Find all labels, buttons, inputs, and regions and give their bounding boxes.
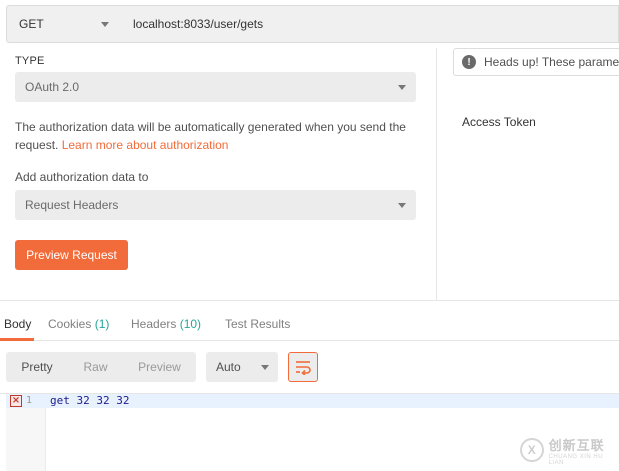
tab-label: Test Results — [225, 317, 291, 331]
url-value: localhost:8033/user/gets — [133, 17, 264, 31]
chevron-down-icon — [261, 365, 269, 370]
auth-type-label: TYPE — [15, 55, 45, 67]
response-tabs: Body Cookies (1) Headers (10) Test Resul… — [0, 301, 619, 341]
tab-label: Body — [4, 317, 32, 331]
watermark-text: 创新互联 CHUANG XIN HU LIAN — [549, 435, 619, 466]
tab-test-results[interactable]: Test Results — [225, 317, 290, 331]
format-select[interactable]: Auto — [206, 352, 278, 382]
auth-details-panel: ! Heads up! These parameters Access Toke… — [437, 48, 619, 300]
watermark-logo-icon: X — [520, 438, 544, 462]
response-toolbar: Pretty Raw Preview Auto — [0, 341, 619, 393]
learn-more-link[interactable]: Learn more about authorization — [62, 138, 229, 152]
format-value: Auto — [216, 360, 241, 374]
chevron-down-icon — [398, 203, 406, 208]
editor-line: × 1 get 32 32 32 — [6, 394, 619, 408]
chevron-down-icon — [398, 85, 406, 90]
auth-type-select[interactable]: OAuth 2.0 — [15, 72, 416, 102]
tab-count: (10) — [179, 317, 202, 331]
tab-headers[interactable]: Headers (10) — [131, 317, 201, 331]
add-auth-to-label: Add authorization data to — [15, 170, 149, 184]
url-input[interactable]: localhost:8033/user/gets — [121, 5, 619, 43]
preview-request-button[interactable]: Preview Request — [15, 240, 128, 270]
headsup-text: Heads up! These parameters — [484, 55, 619, 69]
wrap-lines-button[interactable] — [288, 352, 318, 382]
headsup-notice: ! Heads up! These parameters — [453, 48, 619, 76]
method-select[interactable]: GET — [6, 5, 122, 43]
tab-count: (1) — [94, 317, 110, 331]
request-url-bar: GET localhost:8033/user/gets — [0, 0, 619, 48]
tab-cookies[interactable]: Cookies (1) — [48, 317, 109, 331]
view-preview-button[interactable]: Preview — [123, 352, 196, 382]
watermark: X 创新互联 CHUANG XIN HU LIAN — [520, 432, 619, 468]
auth-type-value: OAuth 2.0 — [25, 80, 80, 94]
watermark-main: 创新互联 — [548, 437, 605, 453]
watermark-sub: CHUANG XIN HU LIAN — [548, 453, 604, 466]
info-icon: ! — [462, 55, 476, 69]
error-icon: × — [10, 395, 22, 407]
method-value: GET — [19, 17, 44, 31]
tab-label: Headers — [131, 317, 177, 331]
view-pretty-button[interactable]: Pretty — [6, 352, 68, 382]
access-token-label: Access Token — [462, 115, 536, 129]
chevron-down-icon — [101, 22, 109, 27]
add-auth-to-select[interactable]: Request Headers — [15, 190, 416, 220]
wrap-lines-icon — [296, 361, 311, 375]
add-auth-to-value: Request Headers — [25, 198, 119, 212]
auth-panel: TYPE OAuth 2.0 The authorization data wi… — [0, 48, 436, 300]
response-code: get 32 32 32 — [50, 394, 130, 407]
tab-label: Cookies — [48, 317, 92, 331]
view-mode-group: Pretty Raw Preview — [6, 352, 196, 382]
tab-body[interactable]: Body — [4, 317, 31, 331]
auth-description: The authorization data will be automatic… — [15, 118, 420, 154]
line-number: 1 — [26, 395, 33, 406]
view-raw-button[interactable]: Raw — [68, 352, 123, 382]
